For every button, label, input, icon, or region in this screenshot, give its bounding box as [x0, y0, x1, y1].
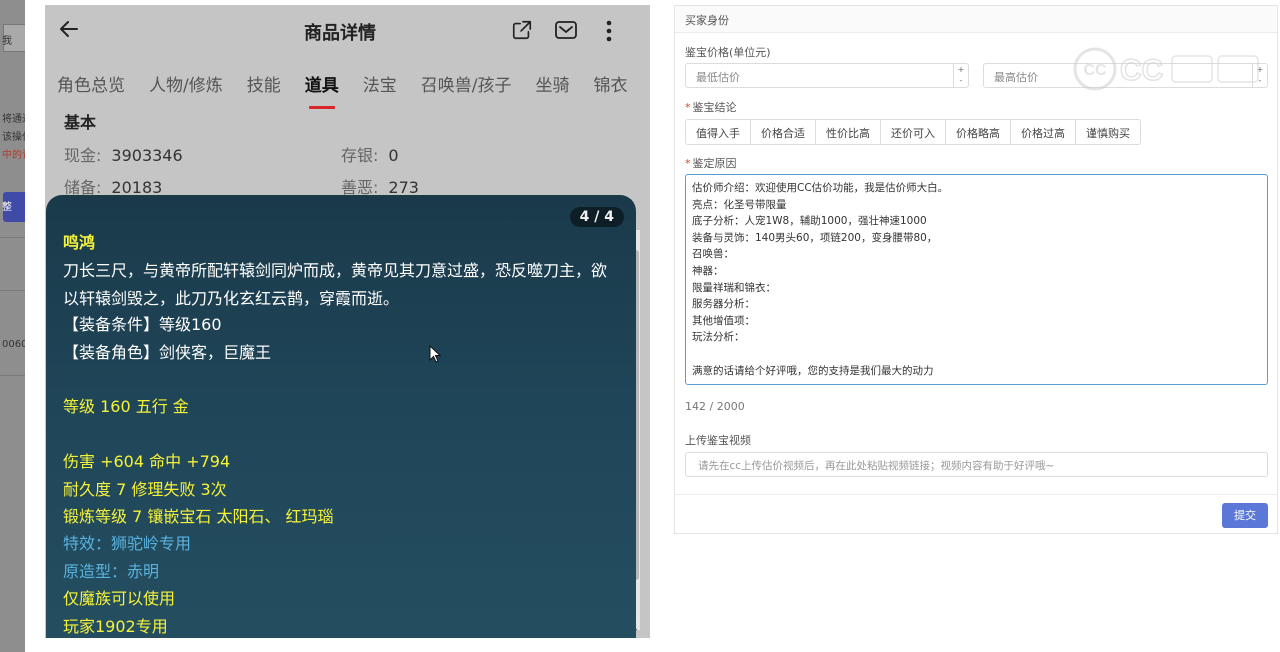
reason-line: 其他增值项：	[692, 314, 755, 327]
video-label: 上传鉴宝视频	[685, 434, 751, 447]
divider	[0, 375, 25, 376]
conclusion-option[interactable]: 值得入手	[686, 120, 751, 144]
reason-line: 估价师介绍：欢迎使用CC估价功能，我是估价师大白。	[692, 182, 949, 194]
reason-line: 装备与灵饰：140男头60，项链200，变身腰带80，	[692, 231, 938, 244]
stat-label: 现金:	[64, 146, 102, 165]
conclusion-label-text: 鉴宝结论	[692, 101, 737, 114]
mail-icon[interactable]	[554, 19, 578, 41]
equip-condition: 【装备条件】等级160	[63, 315, 222, 334]
tab-treasures[interactable]: 法宝	[363, 71, 397, 101]
tab-character[interactable]: 人物/修炼	[149, 71, 223, 101]
stat-savings: 存银: 0	[341, 142, 399, 166]
stat-cash: 现金: 3903346	[64, 142, 183, 166]
video-placeholder: 请先在cc上传估价视频后，再在此处粘贴视频链接；视频内容有助于好评哦~	[698, 460, 1055, 472]
min-price-input[interactable]: 最低估价 + -	[685, 63, 969, 88]
divider	[0, 290, 25, 291]
tab-role-overview[interactable]: 角色总览	[57, 71, 125, 101]
origin-line: 原造型：赤明	[63, 562, 160, 581]
background-text: 中的订	[2, 150, 25, 161]
item-description: 刀长三尺，与黄帝所配轩辕剑同炉而成，黄帝见其刀意过盛，恐反噬刀主，欲	[63, 261, 608, 280]
max-price-placeholder: 最高估价	[994, 71, 1038, 84]
reason-line	[692, 346, 1261, 363]
background-text: 将通过	[2, 114, 25, 125]
reason-textarea[interactable]: 估价师介绍：欢迎使用CC估价功能，我是估价师大白。 亮点：化圣号带限量 底子分析…	[685, 174, 1268, 385]
conclusion-option[interactable]: 还价可入	[881, 120, 946, 144]
conclusion-label: * 鉴宝结论	[685, 101, 737, 114]
svg-text:CC: CC	[1083, 62, 1107, 79]
conclusion-option[interactable]: 价格略高	[946, 120, 1011, 144]
divider	[0, 237, 25, 238]
tab-skills[interactable]: 技能	[247, 71, 281, 101]
background-text: 0060	[2, 339, 25, 350]
screen: 我 将通过 该操作 中的订 整 0060 商品详情	[0, 0, 1280, 652]
reason-line: 玩法分析：	[692, 331, 745, 344]
item-tooltip-card: 4 / 4 鸣鸿 刀长三尺，与黄帝所配轩辕剑同炉而成，黄帝见其刀意过盛，恐反噬刀…	[46, 195, 636, 638]
conclusion-options: 值得入手 价格合适 性价比高 还价可入 价格略高 价格过高 谨慎购买	[685, 119, 1141, 145]
reason-line: 神器：	[692, 264, 724, 277]
divider	[675, 494, 1277, 495]
tab-items[interactable]: 道具	[305, 71, 339, 109]
conclusion-option[interactable]: 谨慎购买	[1076, 120, 1140, 144]
background-text: 该操作	[2, 132, 25, 143]
equip-role: 【装备角色】剑侠客，巨魔王	[63, 343, 272, 362]
effect-line: 特效：狮驼岭专用	[63, 534, 192, 553]
reason-label-text: 鉴定原因	[692, 157, 737, 170]
mouse-cursor-icon	[429, 345, 441, 363]
page-indicator: 4 / 4	[569, 207, 624, 227]
reason-label: * 鉴定原因	[685, 157, 737, 170]
share-icon[interactable]	[511, 19, 533, 41]
background-text: 整	[2, 202, 12, 213]
section-title: 基本	[64, 113, 97, 132]
min-price-placeholder: 最低估价	[696, 71, 740, 84]
price-label: 鉴宝价格(单位元)	[685, 46, 771, 59]
background-page: 我 将通过 该操作 中的订 整 0060	[0, 0, 25, 652]
conclusion-option[interactable]: 价格合适	[751, 120, 816, 144]
player-line: 玩家1902专用	[63, 617, 168, 636]
panel-header: 商品详情	[45, 5, 650, 60]
reason-line: 服务器分析：	[692, 298, 755, 311]
stat-value: 0	[388, 146, 399, 165]
form-header: 买家身份	[675, 6, 1277, 33]
char-counter: 142 / 2000	[685, 400, 745, 413]
tab-pets[interactable]: 召唤兽/孩子	[421, 71, 512, 101]
svg-text:CC: CC	[1120, 54, 1163, 87]
item-name: 鸣鸿	[63, 233, 96, 252]
cc-watermark-logo: CC CC	[1073, 47, 1259, 91]
conclusion-option[interactable]: 价格过高	[1011, 120, 1076, 144]
reason-line: 满意的话请给个好评哦，您的支持是我们最大的动力	[692, 364, 934, 377]
level-line: 等级 160 五行 金	[63, 397, 189, 416]
reason-line: 召唤兽：	[692, 248, 734, 261]
tab-mounts[interactable]: 坐骑	[535, 71, 569, 101]
damage-line: 伤害 +604 命中 +794	[63, 452, 231, 471]
reason-line: 亮点：化圣号带限量	[692, 198, 787, 211]
video-link-input[interactable]: 请先在cc上传估价视频后，再在此处粘贴视频链接；视频内容有助于好评哦~	[685, 452, 1268, 477]
page-title: 商品详情	[304, 23, 376, 44]
submit-button[interactable]: 提交	[1222, 503, 1268, 528]
number-stepper[interactable]: + -	[953, 64, 968, 87]
reason-line: 限量祥瑞和锦衣：	[692, 281, 776, 294]
conclusion-option[interactable]: 性价比高	[816, 120, 881, 144]
item-description: 以轩辕剑毁之，此刀乃化玄红云鹊，穿霞而逝。	[63, 289, 400, 308]
durability-line: 耐久度 7 修理失败 3次	[63, 480, 227, 499]
stat-value: 3903346	[111, 146, 183, 165]
category-tabs: 角色总览 人物/修炼 技能 道具 法宝 召唤兽/孩子 坐骑 锦衣	[57, 71, 650, 109]
forge-line: 锻炼等级 7 镶嵌宝石 太阳石、 红玛瑙	[63, 507, 334, 526]
more-options-icon[interactable]	[601, 19, 617, 43]
background-text: 我	[2, 36, 12, 47]
tab-outfits[interactable]: 锦衣	[593, 71, 627, 101]
race-line: 仅魔族可以使用	[63, 589, 176, 608]
reason-line: 底子分析：人宠1W8，辅助1000，强壮神速1000	[692, 215, 927, 228]
stat-label: 存银:	[341, 146, 379, 165]
